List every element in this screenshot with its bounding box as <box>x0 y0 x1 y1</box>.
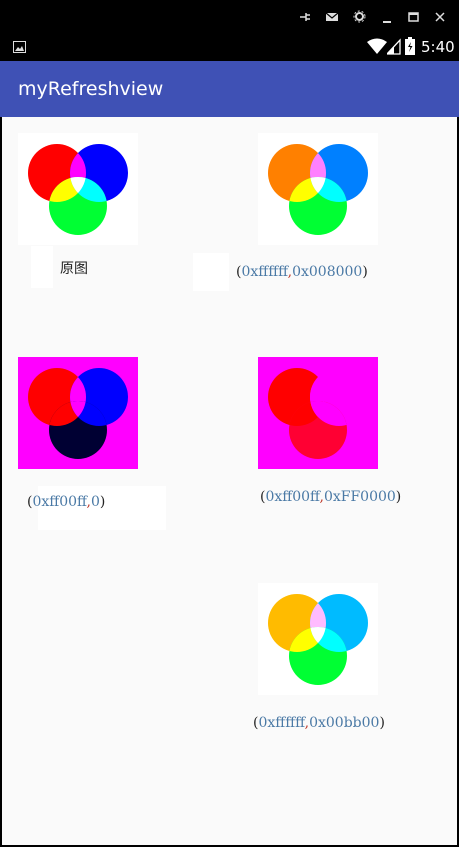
clock-time: 5:40 <box>421 38 455 56</box>
window-controls-bar <box>0 0 459 33</box>
left-border <box>0 117 2 847</box>
battery-icon <box>405 37 415 55</box>
white-box <box>31 246 53 288</box>
app-title: myRefreshview <box>18 78 164 100</box>
label-add: 0xFF0000 <box>323 489 396 505</box>
wifi-icon <box>367 38 387 54</box>
label-lighting-ff00ff-ff0000: (0xff00ff,0xFF0000) <box>260 489 401 505</box>
circles-image-lighting-00bb00 <box>258 583 378 695</box>
app-toolbar: myRefreshview <box>0 61 459 117</box>
circles-image-lighting-ff00ff-ff0000 <box>258 357 378 469</box>
label-paren: ) <box>99 494 106 510</box>
label-mul: 0xffffff <box>241 264 288 280</box>
circles-image-lighting-008000 <box>258 133 378 245</box>
maximize-icon[interactable] <box>407 11 420 23</box>
white-box <box>193 253 229 291</box>
label-paren: ) <box>395 489 402 505</box>
circles-image-lighting-ff00ff-0 <box>18 357 138 469</box>
label-lighting-ff00ff-0: (0xff00ff,0) <box>27 494 105 510</box>
minimize-icon[interactable] <box>381 12 393 24</box>
status-bar: 5:40 <box>0 33 459 61</box>
label-add: 0x00bb00 <box>309 715 380 731</box>
label-lighting-008000: (0xffffff,0x008000) <box>236 264 368 280</box>
signal-icon <box>387 38 401 55</box>
close-icon[interactable] <box>434 11 446 23</box>
label-mul: 0xff00ff <box>32 494 87 510</box>
label-add: 0x008000 <box>292 264 363 280</box>
label-mul: 0xff00ff <box>265 489 320 505</box>
label-lighting-00bb00: (0xffffff,0x00bb00) <box>253 715 385 731</box>
gear-icon[interactable] <box>353 10 366 23</box>
pin-icon[interactable] <box>298 11 312 23</box>
label-mul: 0xffffff <box>258 715 305 731</box>
app-screen: 5:40 myRefreshview 原图 (0xffffff,0x008000… <box>0 0 459 847</box>
circles-image-original <box>18 133 138 245</box>
label-paren: ) <box>362 264 368 280</box>
mail-icon[interactable] <box>325 11 339 23</box>
label-paren: ) <box>379 715 385 731</box>
label-original: 原图 <box>60 261 88 277</box>
image-notification-icon <box>13 41 26 53</box>
label-add: 0 <box>90 494 100 510</box>
